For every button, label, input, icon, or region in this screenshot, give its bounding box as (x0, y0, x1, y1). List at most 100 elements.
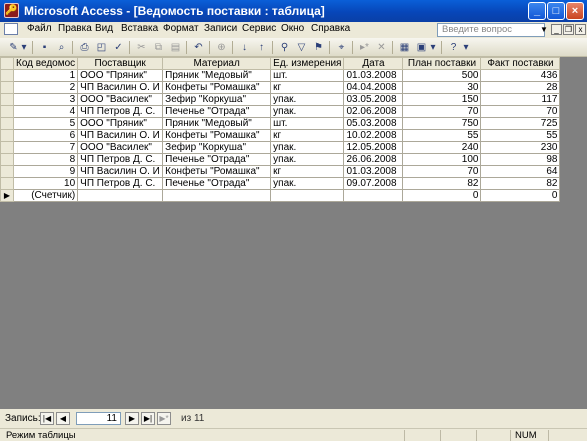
table-cell[interactable]: Конфеты "Ромашка" (162, 81, 272, 94)
table-row[interactable]: 10 ЧП Петров Д. С. Печенье "Отрада" упак. 09… (0, 177, 561, 190)
column-header[interactable]: Факт поставки (480, 57, 561, 70)
view-dropdown-icon[interactable]: ▾ (20, 40, 28, 55)
new-record-icon[interactable]: ▸* (357, 40, 372, 55)
row-selector[interactable] (0, 69, 14, 82)
table-cell[interactable]: 03.05.2008 (343, 93, 404, 106)
table-cell[interactable]: 436 (480, 69, 561, 82)
doc-minimize-button[interactable]: _ (551, 24, 562, 35)
table-cell[interactable]: 9 (12, 165, 79, 178)
table-row[interactable]: 2 ЧП Василин О. И Конфеты "Ромашка" кг 04.04… (0, 81, 561, 94)
cut-icon[interactable]: ✂ (134, 40, 149, 55)
filter-by-form-icon[interactable]: ▽ (294, 40, 309, 55)
table-cell[interactable] (162, 189, 272, 202)
table-row[interactable]: 6 ЧП Василин О. И Конфеты "Ромашка" кг 10.02… (0, 129, 561, 142)
table-cell[interactable]: 10.02.2008 (343, 129, 404, 142)
minimize-button[interactable]: _ (528, 2, 546, 20)
table-cell[interactable]: 4 (12, 105, 79, 118)
table-cell[interactable]: 0 (480, 189, 561, 202)
table-cell[interactable]: 6 (12, 129, 79, 142)
table-cell[interactable]: ООО "Пряник" (77, 117, 164, 130)
menu-records[interactable]: Записи (204, 23, 237, 34)
ask-question-input[interactable]: Введите вопрос (437, 23, 545, 37)
table-cell[interactable]: упак. (270, 153, 345, 166)
table-cell[interactable]: ЧП Петров Д. С. (77, 153, 164, 166)
table-cell[interactable]: 05.03.2008 (343, 117, 404, 130)
table-cell[interactable]: 64 (480, 165, 561, 178)
first-record-button[interactable]: |◀ (40, 412, 54, 425)
table-cell[interactable]: 04.04.2008 (343, 81, 404, 94)
hyperlink-icon[interactable]: ⊕ (214, 40, 229, 55)
table-cell[interactable]: 7 (12, 141, 79, 154)
table-cell[interactable] (343, 189, 404, 202)
select-all-corner[interactable] (0, 57, 14, 70)
table-cell[interactable]: 28 (480, 81, 561, 94)
delete-record-icon[interactable]: ✕ (374, 40, 389, 55)
table-cell[interactable]: Печенье "Отрада" (162, 153, 272, 166)
table-cell[interactable]: 230 (480, 141, 561, 154)
table-cell[interactable] (270, 189, 345, 202)
column-header[interactable]: Ед. измерения (270, 57, 345, 70)
current-record-input[interactable]: 11 (76, 412, 121, 425)
table-row[interactable]: 5 ООО "Пряник" Пряник "Медовый" шт. 05.03.20… (0, 117, 561, 130)
table-cell[interactable]: 02.06.2008 (343, 105, 404, 118)
next-record-button[interactable]: ▶ (125, 412, 139, 425)
table-cell[interactable]: 0 (402, 189, 482, 202)
table-row[interactable]: 8 ЧП Петров Д. С. Печенье "Отрада" упак. 26.… (0, 153, 561, 166)
table-cell[interactable]: 240 (402, 141, 482, 154)
column-header[interactable]: Код ведомос (12, 57, 79, 70)
find-icon[interactable]: ⌖ (334, 40, 349, 55)
menu-file[interactable]: Файл (27, 23, 52, 34)
menu-tools[interactable]: Сервис (242, 23, 276, 34)
table-cell[interactable]: Пряник "Медовый" (162, 117, 272, 130)
table-cell[interactable]: Конфеты "Ромашка" (162, 165, 272, 178)
table-cell[interactable]: 55 (402, 129, 482, 142)
table-cell[interactable]: 5 (12, 117, 79, 130)
table-cell[interactable]: 26.06.2008 (343, 153, 404, 166)
print-icon[interactable]: ⎙ (77, 40, 92, 55)
table-cell[interactable]: Печенье "Отрада" (162, 105, 272, 118)
table-cell[interactable]: 500 (402, 69, 482, 82)
table-cell[interactable]: ЧП Василин О. И (77, 129, 164, 142)
copy-icon[interactable]: ⧉ (151, 40, 166, 55)
apply-filter-icon[interactable]: ⚑ (311, 40, 326, 55)
table-cell[interactable]: упак. (270, 141, 345, 154)
table-cell[interactable]: ООО "Василек" (77, 93, 164, 106)
column-header[interactable]: План поставки (402, 57, 482, 70)
table-row[interactable]: 3 ООО "Василек" Зефир "Коркуша" упак. 03.05.… (0, 93, 561, 106)
table-cell[interactable]: Зефир "Коркуша" (162, 141, 272, 154)
row-selector[interactable] (0, 141, 14, 154)
menu-insert[interactable]: Вставка (121, 23, 158, 34)
database-window-icon[interactable]: ▦ (397, 40, 412, 55)
toolbar-options-icon[interactable]: ▾ (462, 40, 470, 55)
table-cell[interactable]: 09.07.2008 (343, 177, 404, 190)
spelling-icon[interactable]: ✓ (111, 40, 126, 55)
access-app-icon[interactable]: 🔑 (4, 3, 19, 18)
table-row[interactable]: 1 ООО "Пряник" Пряник "Медовый" шт. 01.03.20… (0, 69, 561, 82)
table-cell[interactable]: упак. (270, 105, 345, 118)
table-cell[interactable]: 70 (402, 105, 482, 118)
table-cell[interactable]: ООО "Пряник" (77, 69, 164, 82)
table-cell[interactable]: кг (270, 165, 345, 178)
row-selector[interactable] (0, 165, 14, 178)
table-cell[interactable]: Зефир "Коркуша" (162, 93, 272, 106)
table-cell[interactable]: упак. (270, 93, 345, 106)
table-cell[interactable]: ЧП Петров Д. С. (77, 105, 164, 118)
save-icon[interactable]: ▪ (37, 40, 52, 55)
table-cell[interactable]: 12.05.2008 (343, 141, 404, 154)
row-selector[interactable] (0, 177, 14, 190)
column-header[interactable]: Поставщик (77, 57, 164, 70)
table-cell[interactable]: Конфеты "Ромашка" (162, 129, 272, 142)
menu-window[interactable]: Окно (281, 23, 304, 34)
table-cell[interactable]: 82 (402, 177, 482, 190)
menu-edit[interactable]: Правка (58, 23, 92, 34)
table-cell[interactable]: ЧП Петров Д. С. (77, 177, 164, 190)
table-cell[interactable]: 750 (402, 117, 482, 130)
table-cell[interactable]: ООО "Василек" (77, 141, 164, 154)
doc-restore-button[interactable]: ❐ (563, 24, 574, 35)
paste-icon[interactable]: ▤ (168, 40, 183, 55)
current-row-indicator-icon[interactable]: ▶ (0, 189, 14, 202)
menu-format[interactable]: Формат (163, 23, 199, 34)
table-cell[interactable]: 98 (480, 153, 561, 166)
table-cell[interactable]: кг (270, 129, 345, 142)
sort-ascending-icon[interactable]: ↓ (237, 40, 252, 55)
